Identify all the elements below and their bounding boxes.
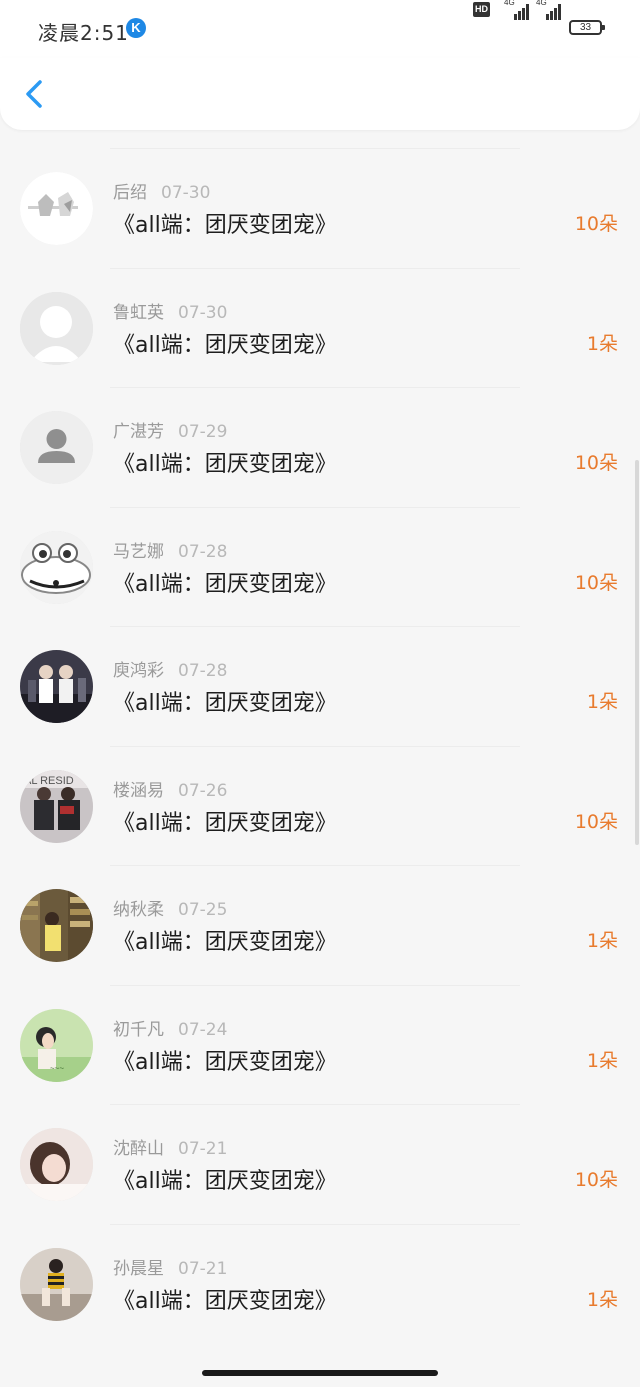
avatar[interactable]	[20, 530, 93, 604]
item-meta: 孙晨星 07-21	[113, 1254, 227, 1279]
svg-text:AL RESID: AL RESID	[24, 775, 74, 787]
hd-icon: HD	[473, 2, 490, 17]
user-name: 纳秋柔	[113, 900, 164, 920]
status-time: 凌晨2:51	[38, 21, 129, 45]
item-date: 07-24	[178, 1019, 228, 1040]
gift-list: 后绍 07-30 《all端：团厌变团宠》 10朵 鲁虹英 07-30 《all端：团厌变团…	[0, 148, 640, 1343]
avatar[interactable]	[20, 411, 93, 484]
avatar[interactable]: ~~~	[20, 1008, 93, 1082]
user-name: 鲁虹英	[113, 302, 164, 323]
item-meta: 后绍 07-30	[113, 178, 210, 203]
flower-count: 10朵	[574, 1169, 618, 1191]
battery-icon: 33	[569, 20, 605, 35]
avatar[interactable]	[20, 291, 93, 365]
app-notification-icon: K	[126, 18, 146, 38]
flower-count: 1朵	[586, 1049, 618, 1072]
signal-icon-1: 4G	[504, 0, 532, 20]
avatar[interactable]	[20, 1247, 93, 1321]
item-date: 07-30	[178, 302, 228, 323]
flower-count: 1朵	[586, 930, 618, 952]
user-name: 楼涵易	[113, 780, 164, 801]
avatar[interactable]	[20, 650, 93, 723]
user-name: 后绍	[113, 183, 147, 203]
item-date: 07-26	[178, 780, 228, 801]
flower-count: 1朵	[586, 691, 618, 713]
user-name: 庾鸿彩	[113, 661, 164, 681]
item-meta: 鲁虹英 07-30	[113, 298, 227, 323]
list-item[interactable]: 纳秋柔 07-25 《all端：团厌变团宠》 1朵	[20, 865, 618, 985]
list-item[interactable]: 沈醉山 07-21 《all端：团厌变团宠》 10朵	[20, 1104, 618, 1224]
avatar[interactable]: AL RESID	[20, 769, 93, 843]
item-meta: 广湛芳 07-29	[113, 417, 227, 442]
item-date: 07-30	[161, 183, 211, 203]
book-title: 《all端：团厌变团宠》	[113, 810, 337, 836]
flower-count: 10朵	[574, 810, 618, 833]
item-meta: 马艺娜 07-28	[113, 537, 227, 562]
item-meta: 沈醉山 07-21	[113, 1134, 227, 1159]
flower-count: 10朵	[574, 213, 618, 235]
status-bar: 凌晨2:51 K HD 4G 4G 33	[0, 0, 640, 58]
list-item[interactable]: 庾鸿彩 07-28 《all端：团厌变团宠》 1朵	[20, 626, 618, 746]
book-title: 《all端：团厌变团宠》	[113, 930, 337, 955]
user-name: 沈醉山	[113, 1139, 164, 1159]
user-name: 初千凡	[113, 1019, 164, 1040]
list-item[interactable]: 孙晨星 07-21 《all端：团厌变团宠》 1朵	[20, 1223, 618, 1344]
user-name: 马艺娜	[113, 541, 164, 562]
item-date: 07-25	[178, 900, 228, 920]
item-meta: 庾鸿彩 07-28	[113, 656, 227, 681]
list-item[interactable]: ~~~ 初千凡 07-24 《all端：团厌变团宠》 1朵	[20, 984, 618, 1105]
flower-count: 1朵	[586, 1288, 618, 1311]
list-item[interactable]: 马艺娜 07-28 《all端：团厌变团宠》 10朵	[20, 506, 618, 627]
item-date: 07-21	[178, 1258, 228, 1279]
chevron-left-icon[interactable]	[22, 78, 48, 110]
nav-header	[0, 58, 640, 130]
flower-count: 10朵	[574, 452, 618, 474]
item-meta: 初千凡 07-24	[113, 1015, 227, 1040]
user-name: 广湛芳	[113, 422, 164, 442]
avatar[interactable]	[20, 1128, 93, 1201]
book-title: 《all端：团厌变团宠》	[113, 452, 337, 477]
item-meta: 纳秋柔 07-25	[113, 895, 227, 920]
flower-count: 1朵	[586, 332, 618, 355]
list-item[interactable]: 广湛芳 07-29 《all端：团厌变团宠》 10朵	[20, 387, 618, 507]
signal-icon-2: 4G	[536, 0, 564, 20]
item-date: 07-28	[178, 541, 228, 562]
book-title: 《all端：团厌变团宠》	[113, 332, 337, 358]
avatar[interactable]	[20, 172, 93, 245]
list-item[interactable]: 鲁虹英 07-30 《all端：团厌变团宠》 1朵	[20, 267, 618, 388]
item-meta: 楼涵易 07-26	[113, 776, 227, 801]
home-indicator[interactable]	[202, 1370, 438, 1376]
book-title: 《all端：团厌变团宠》	[113, 1288, 337, 1314]
item-date: 07-21	[178, 1139, 228, 1159]
book-title: 《all端：团厌变团宠》	[113, 1049, 337, 1075]
book-title: 《all端：团厌变团宠》	[113, 571, 337, 597]
list-item[interactable]: AL RESID 楼涵易 07-26 《all端：团厌变团宠》 10朵	[20, 745, 618, 866]
scrollbar[interactable]	[635, 460, 639, 845]
user-name: 孙晨星	[113, 1258, 164, 1279]
book-title: 《all端：团厌变团宠》	[113, 1169, 337, 1194]
book-title: 《all端：团厌变团宠》	[113, 213, 337, 238]
book-title: 《all端：团厌变团宠》	[113, 691, 337, 716]
item-date: 07-29	[178, 422, 228, 442]
item-date: 07-28	[178, 661, 228, 681]
avatar[interactable]	[20, 889, 93, 962]
list-item[interactable]: 后绍 07-30 《all端：团厌变团宠》 10朵	[20, 148, 618, 268]
flower-count: 10朵	[574, 571, 618, 594]
svg-text:~~~: ~~~	[50, 1064, 64, 1073]
